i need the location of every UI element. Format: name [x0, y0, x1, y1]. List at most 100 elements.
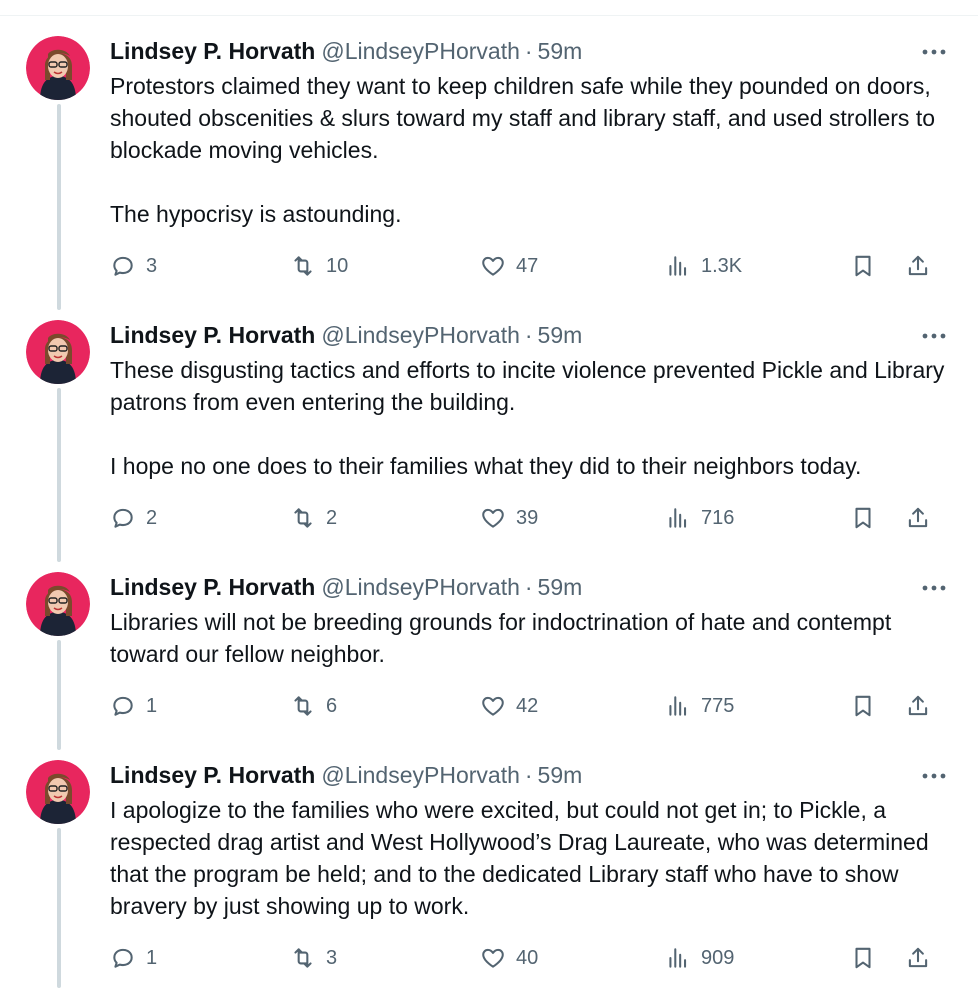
views-button[interactable]: 716: [665, 503, 734, 533]
thread-connector-line: [57, 104, 61, 310]
author-name[interactable]: Lindsey P. Horvath: [110, 760, 315, 790]
reply-button[interactable]: 1: [110, 691, 157, 721]
timestamp[interactable]: 59m: [538, 572, 583, 602]
tweet-paragraph: I hope no one does to their families wha…: [110, 453, 862, 479]
views-bar-chart-icon: [665, 505, 691, 531]
views-count: 909: [701, 946, 735, 969]
timestamp[interactable]: 59m: [538, 36, 583, 66]
retweet-count: 3: [326, 946, 338, 969]
author-handle[interactable]: @LindseyPHorvath: [321, 760, 520, 790]
reply-button[interactable]: 2: [110, 503, 157, 533]
retweet-icon: [290, 253, 316, 279]
reply-count: 1: [146, 946, 158, 969]
tweet-header: Lindsey P. Horvath @LindseyPHorvath · 59…: [110, 760, 946, 790]
like-count: 47: [516, 254, 539, 277]
like-count: 42: [516, 694, 539, 717]
tweet-thread: Lindsey P. Horvath @LindseyPHorvath · 59…: [0, 0, 978, 988]
avatar[interactable]: [26, 320, 90, 384]
tweet-text: Protestors claimed they want to keep chi…: [110, 70, 946, 230]
more-dots-icon[interactable]: [916, 40, 946, 64]
views-button[interactable]: 775: [665, 691, 734, 721]
separator: ·: [524, 762, 533, 788]
like-button[interactable]: 42: [480, 691, 538, 721]
tweet-text: I apologize to the families who were exc…: [110, 794, 946, 922]
bookmark-icon: [850, 505, 876, 531]
views-count: 775: [701, 694, 735, 717]
timestamp[interactable]: 59m: [538, 320, 583, 350]
like-button[interactable]: 40: [480, 943, 538, 973]
author-handle[interactable]: @LindseyPHorvath: [321, 320, 520, 350]
more-dots-icon[interactable]: [916, 576, 946, 600]
separator: ·: [524, 38, 533, 64]
more-dots-icon[interactable]: [916, 764, 946, 788]
avatar[interactable]: [26, 36, 90, 100]
thread-connector-line: [57, 388, 61, 562]
tweet-actions: 2 2 39 716: [110, 503, 958, 533]
share-button[interactable]: [905, 503, 931, 533]
retweet-count: 2: [326, 506, 338, 529]
retweet-icon: [290, 945, 316, 971]
retweet-count: 6: [326, 694, 338, 717]
like-count: 39: [516, 506, 539, 529]
views-bar-chart-icon: [665, 945, 691, 971]
heart-icon: [480, 693, 506, 719]
share-button[interactable]: [905, 251, 931, 281]
thread-connector-line: [57, 828, 61, 988]
author-name[interactable]: Lindsey P. Horvath: [110, 320, 315, 350]
heart-icon: [480, 945, 506, 971]
heart-icon: [480, 253, 506, 279]
author-name[interactable]: Lindsey P. Horvath: [110, 36, 315, 66]
tweet-paragraph: I apologize to the families who were exc…: [110, 797, 929, 919]
share-button[interactable]: [905, 691, 931, 721]
reply-button[interactable]: 1: [110, 943, 157, 973]
tweet-paragraph: Protestors claimed they want to keep chi…: [110, 73, 936, 163]
reply-icon: [110, 693, 136, 719]
retweet-icon: [290, 505, 316, 531]
heart-icon: [480, 505, 506, 531]
tweet-text: These disgusting tactics and efforts to …: [110, 354, 946, 482]
timestamp[interactable]: 59m: [538, 760, 583, 790]
thread-connector-line: [57, 640, 61, 750]
reply-count: 1: [146, 694, 158, 717]
tweet-header: Lindsey P. Horvath @LindseyPHorvath · 59…: [110, 320, 946, 350]
retweet-button[interactable]: 6: [290, 691, 337, 721]
tweet-paragraph: These disgusting tactics and efforts to …: [110, 357, 945, 415]
share-button[interactable]: [905, 943, 931, 973]
views-button[interactable]: 909: [665, 943, 734, 973]
tweet-paragraph: Libraries will not be breeding grounds f…: [110, 609, 892, 667]
reply-button[interactable]: 3: [110, 251, 157, 281]
bookmark-button[interactable]: [850, 503, 876, 533]
like-button[interactable]: 39: [480, 503, 538, 533]
views-count: 716: [701, 506, 735, 529]
separator: ·: [524, 574, 533, 600]
share-icon: [905, 945, 931, 971]
avatar[interactable]: [26, 760, 90, 824]
bookmark-button[interactable]: [850, 251, 876, 281]
views-button[interactable]: 1.3K: [665, 251, 742, 281]
author-handle[interactable]: @LindseyPHorvath: [321, 36, 520, 66]
tweet-actions: 3 10 47 1.3K: [110, 251, 958, 281]
avatar[interactable]: [26, 572, 90, 636]
retweet-count: 10: [326, 254, 349, 277]
bookmark-icon: [850, 693, 876, 719]
tweet-paragraph: The hypocrisy is astounding.: [110, 201, 402, 227]
views-count: 1.3K: [701, 254, 743, 277]
reply-count: 3: [146, 254, 158, 277]
retweet-button[interactable]: 10: [290, 251, 348, 281]
separator: ·: [524, 322, 533, 348]
share-icon: [905, 505, 931, 531]
reply-count: 2: [146, 506, 158, 529]
retweet-button[interactable]: 3: [290, 943, 337, 973]
reply-icon: [110, 505, 136, 531]
author-name[interactable]: Lindsey P. Horvath: [110, 572, 315, 602]
tweet-actions: 1 3 40 909: [110, 943, 958, 973]
tweet-actions: 1 6 42 775: [110, 691, 958, 721]
bookmark-button[interactable]: [850, 943, 876, 973]
like-button[interactable]: 47: [480, 251, 538, 281]
share-icon: [905, 693, 931, 719]
more-dots-icon[interactable]: [916, 324, 946, 348]
bookmark-button[interactable]: [850, 691, 876, 721]
retweet-button[interactable]: 2: [290, 503, 337, 533]
author-handle[interactable]: @LindseyPHorvath: [321, 572, 520, 602]
retweet-icon: [290, 693, 316, 719]
